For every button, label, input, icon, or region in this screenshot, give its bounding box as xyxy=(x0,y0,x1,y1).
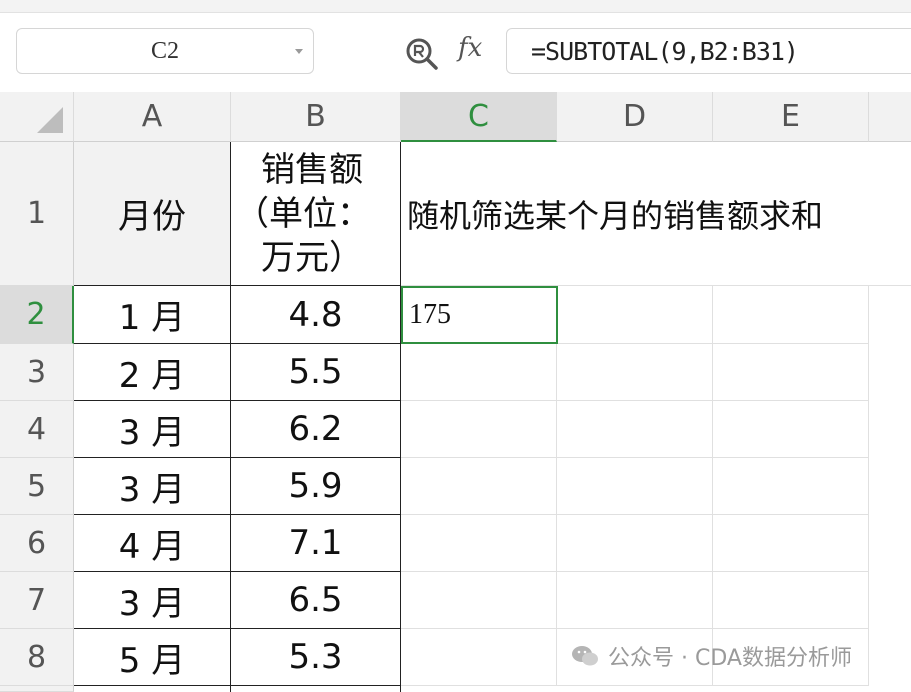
cell-e2[interactable] xyxy=(713,286,869,344)
name-box[interactable]: C2 xyxy=(16,28,314,74)
row-header-9[interactable] xyxy=(0,686,74,692)
cell-b5[interactable]: 5.9 xyxy=(231,458,401,515)
row-header-6[interactable]: 6 xyxy=(0,515,74,572)
cell-c6[interactable] xyxy=(401,515,557,572)
cell-b7[interactable]: 6.5 xyxy=(231,572,401,629)
cell-d7[interactable] xyxy=(557,572,713,629)
cell-e3[interactable] xyxy=(713,344,869,401)
cell-c1[interactable]: 随机筛选某个月的销售额求和 xyxy=(401,142,911,286)
cell-d3[interactable] xyxy=(557,344,713,401)
cell-d6[interactable] xyxy=(557,515,713,572)
cell-d4[interactable] xyxy=(557,401,713,458)
column-header-b[interactable]: B xyxy=(231,92,401,142)
cell-b8[interactable]: 5.3 xyxy=(231,629,401,686)
row-header-2[interactable]: 2 xyxy=(0,286,74,344)
cell-e4[interactable] xyxy=(713,401,869,458)
cell-a6[interactable]: 4 月 xyxy=(74,515,231,572)
zoom-icon[interactable] xyxy=(404,36,440,72)
cell-c7[interactable] xyxy=(401,572,557,629)
cell-b9[interactable] xyxy=(231,686,401,692)
top-strip xyxy=(0,0,911,13)
cell-b6[interactable]: 7.1 xyxy=(231,515,401,572)
row-header-7[interactable]: 7 xyxy=(0,572,74,629)
row-header-5[interactable]: 5 xyxy=(0,458,74,515)
column-header-d[interactable]: D xyxy=(557,92,713,142)
cell-a2[interactable]: 1 月 xyxy=(74,286,231,344)
cell-c4[interactable] xyxy=(401,401,557,458)
cell-c8[interactable] xyxy=(401,629,557,686)
cell-a4[interactable]: 3 月 xyxy=(74,401,231,458)
watermark-text: 公众号 · CDA数据分析师 xyxy=(608,646,852,671)
cell-b2[interactable]: 4.8 xyxy=(231,286,401,344)
name-box-value: C2 xyxy=(150,37,179,64)
cell-b1[interactable]: 销售额 （单位： 万元） xyxy=(231,142,401,286)
column-header-c[interactable]: C xyxy=(401,92,557,142)
wechat-icon xyxy=(572,646,598,666)
cell-b4[interactable]: 6.2 xyxy=(231,401,401,458)
cell-b1-line-3: 万元） xyxy=(261,237,363,278)
formula-bar[interactable]: =SUBTOTAL(9,B2:B31) xyxy=(506,28,911,74)
cell-e6[interactable] xyxy=(713,515,869,572)
cell-c5[interactable] xyxy=(401,458,557,515)
row-header-4[interactable]: 4 xyxy=(0,401,74,458)
cell-a1[interactable]: 月份 xyxy=(74,142,231,286)
select-all-corner[interactable] xyxy=(0,92,74,142)
cell-b3[interactable]: 5.5 xyxy=(231,344,401,401)
column-header-a[interactable]: A xyxy=(74,92,231,142)
cell-a9[interactable] xyxy=(74,686,231,692)
cell-b1-line-1: 销售额 xyxy=(261,149,363,190)
row-header-8[interactable]: 8 xyxy=(0,629,74,686)
cell-b1-line-2: （单位： xyxy=(235,193,371,234)
cell-e7[interactable] xyxy=(713,572,869,629)
cell-d2[interactable] xyxy=(558,286,713,344)
column-header-e[interactable]: E xyxy=(713,92,869,142)
cell-a8[interactable]: 5 月 xyxy=(74,629,231,686)
cell-d5[interactable] xyxy=(557,458,713,515)
cell-a5[interactable]: 3 月 xyxy=(74,458,231,515)
cell-c2-selected[interactable]: 175 xyxy=(401,286,558,344)
chevron-down-icon[interactable] xyxy=(295,49,303,54)
cell-e5[interactable] xyxy=(713,458,869,515)
row-header-3[interactable]: 3 xyxy=(0,344,74,401)
select-all-icon xyxy=(37,107,63,133)
column-header-f[interactable] xyxy=(869,92,911,142)
cell-a3[interactable]: 2 月 xyxy=(74,344,231,401)
cell-c3[interactable] xyxy=(401,344,557,401)
cell-a7[interactable]: 3 月 xyxy=(74,572,231,629)
row-header-1[interactable]: 1 xyxy=(0,142,74,286)
watermark: 公众号 · CDA数据分析师 xyxy=(570,640,852,672)
fx-icon[interactable]: fx xyxy=(458,33,482,63)
